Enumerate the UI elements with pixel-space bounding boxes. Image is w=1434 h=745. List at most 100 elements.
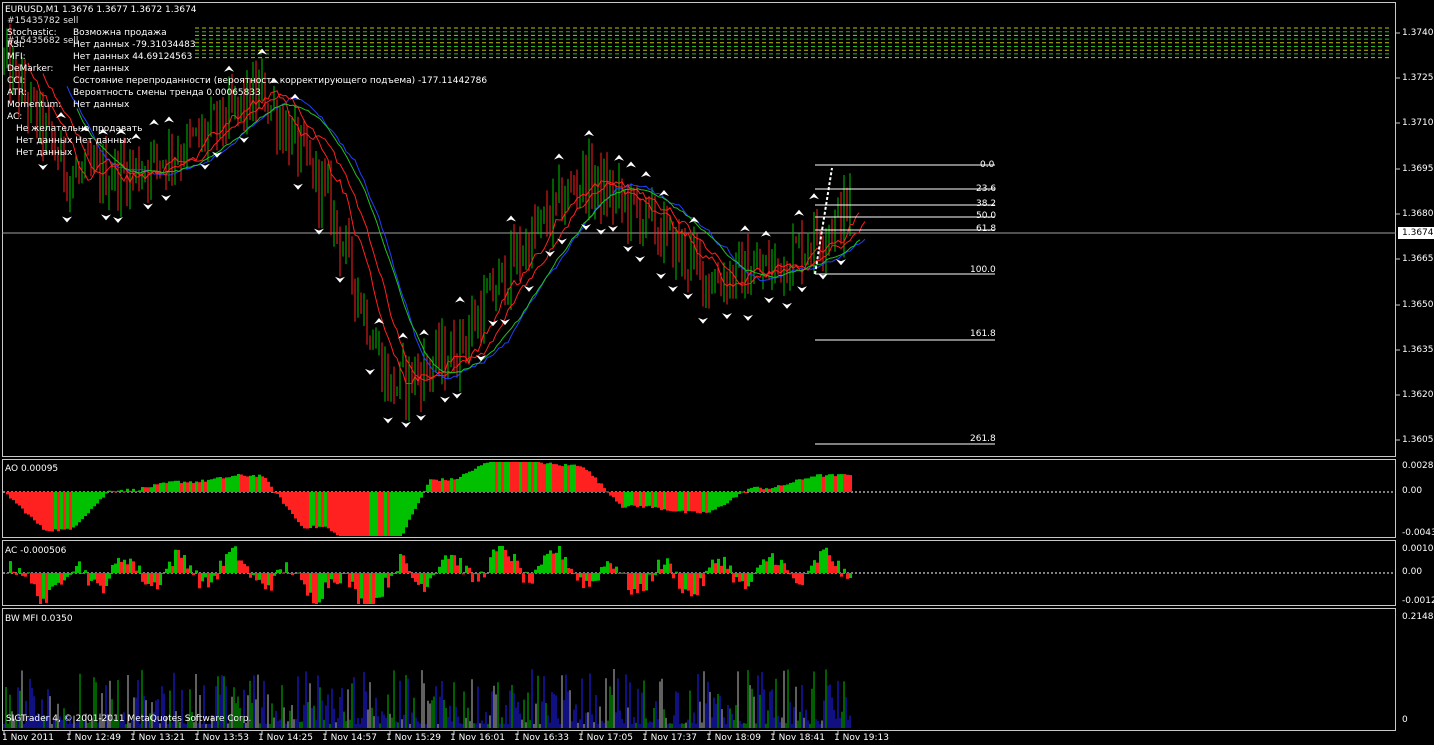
ac-bar <box>303 573 306 585</box>
ac-axis-label: 0.00104 <box>1402 544 1434 554</box>
ao-axis-label: 0.00 <box>1402 486 1423 496</box>
ac-bar <box>255 573 258 581</box>
ao-bar <box>264 477 267 492</box>
ao-bar <box>288 492 291 510</box>
ac-bar <box>324 573 327 583</box>
ao-bar <box>756 486 759 492</box>
fibo-level-label: 100.0 <box>970 265 996 275</box>
ac-bar <box>801 573 804 585</box>
ac-bar <box>456 565 459 573</box>
ac-bar <box>237 560 240 573</box>
ac-bar <box>450 554 453 573</box>
ac-bar <box>336 573 339 585</box>
ac-bar <box>48 573 51 590</box>
ac-bar <box>231 547 234 573</box>
ac-bar <box>174 549 177 573</box>
ao-bar <box>657 492 660 508</box>
ac-bar <box>156 573 159 590</box>
rsi-value: Нет данных -79.31034483 <box>73 40 196 50</box>
ac-bar <box>150 573 153 587</box>
ao-bar <box>153 484 156 492</box>
ac-bar <box>345 573 348 574</box>
ac-bar <box>393 573 396 574</box>
ao-bar <box>87 492 90 514</box>
ac-bar <box>147 573 150 584</box>
fibo-level-label: 61.8 <box>976 224 997 234</box>
fractal-down-arrow <box>656 272 666 279</box>
time-axis-label: 1 Nov 16:33 <box>514 733 569 743</box>
ac-bar <box>279 569 282 573</box>
fractal-down-arrow <box>608 225 618 232</box>
fractal-down-arrow <box>764 297 774 304</box>
ac-bar <box>492 549 495 573</box>
ac-bar <box>159 573 162 586</box>
ao-bar <box>186 482 189 492</box>
ao-bar <box>189 481 192 492</box>
ao-bar <box>66 492 69 529</box>
ac-bar <box>84 570 87 573</box>
ac-bar <box>270 573 273 591</box>
ac-bar <box>522 573 525 583</box>
ac-axis-label: -0.00121 <box>1402 596 1434 606</box>
ao-bar <box>369 492 372 536</box>
ac-bar <box>519 568 522 573</box>
ao-bar <box>90 492 93 509</box>
ao-bar <box>684 492 687 514</box>
ao-bar <box>276 492 279 494</box>
ac-bar <box>504 549 507 573</box>
ac-bar <box>729 565 732 573</box>
fractal-down-arrow <box>200 163 210 170</box>
ac-bar <box>396 571 399 573</box>
ac-bar <box>111 564 114 573</box>
ao-bar <box>540 462 543 492</box>
ac-bar <box>723 556 726 573</box>
ac-bar <box>816 562 819 573</box>
time-axis-label: 1 Nov 14:25 <box>258 733 313 743</box>
ao-bar <box>426 484 429 492</box>
ac-bar <box>351 573 354 582</box>
ac-bar <box>96 573 99 584</box>
price-axis-label: 1.3650 <box>1402 300 1434 310</box>
ac-bar <box>711 559 714 573</box>
ac-bar <box>498 546 501 573</box>
ac-bar <box>573 573 576 575</box>
ac-bar <box>360 573 363 599</box>
ao-bar <box>720 492 723 507</box>
ac-bar <box>207 573 210 588</box>
ao-bar <box>84 492 87 517</box>
ac-bar <box>771 553 774 573</box>
ao-bar <box>570 464 573 492</box>
ac-bar <box>639 573 642 584</box>
ao-bar <box>219 477 222 492</box>
fractal-down-arrow <box>545 250 555 257</box>
ac-bar <box>261 573 264 584</box>
ac-bar <box>594 573 597 581</box>
ao-bar <box>60 492 63 530</box>
price-axis-label: 1.3725 <box>1402 73 1434 83</box>
ao-bar <box>51 492 54 532</box>
ao-bar <box>252 475 255 492</box>
ac-bar <box>18 568 21 573</box>
ao-bar <box>687 492 690 512</box>
ac-bar <box>276 569 279 573</box>
alligator-lips-line <box>27 62 860 384</box>
ac-bar <box>840 573 843 577</box>
ac-bar <box>123 559 126 573</box>
ac-bar <box>417 573 420 585</box>
ac-bar <box>552 553 555 573</box>
ac-bar <box>663 564 666 573</box>
ao-bar <box>258 474 261 492</box>
ac-bar <box>501 546 504 573</box>
ao-bar <box>495 462 498 492</box>
ao-bar <box>141 487 144 492</box>
ac-bar <box>258 573 261 580</box>
ac-bar <box>567 568 570 573</box>
ao-bar <box>273 492 276 493</box>
ao-bar <box>603 488 606 492</box>
ac-bar <box>732 573 735 583</box>
ac-bar <box>762 559 765 573</box>
ac-bar <box>744 573 747 589</box>
atr-value: Вероятность смены тренда 0.00065833 <box>73 88 261 98</box>
ac-bar <box>357 573 360 604</box>
ac-bar <box>318 573 321 603</box>
